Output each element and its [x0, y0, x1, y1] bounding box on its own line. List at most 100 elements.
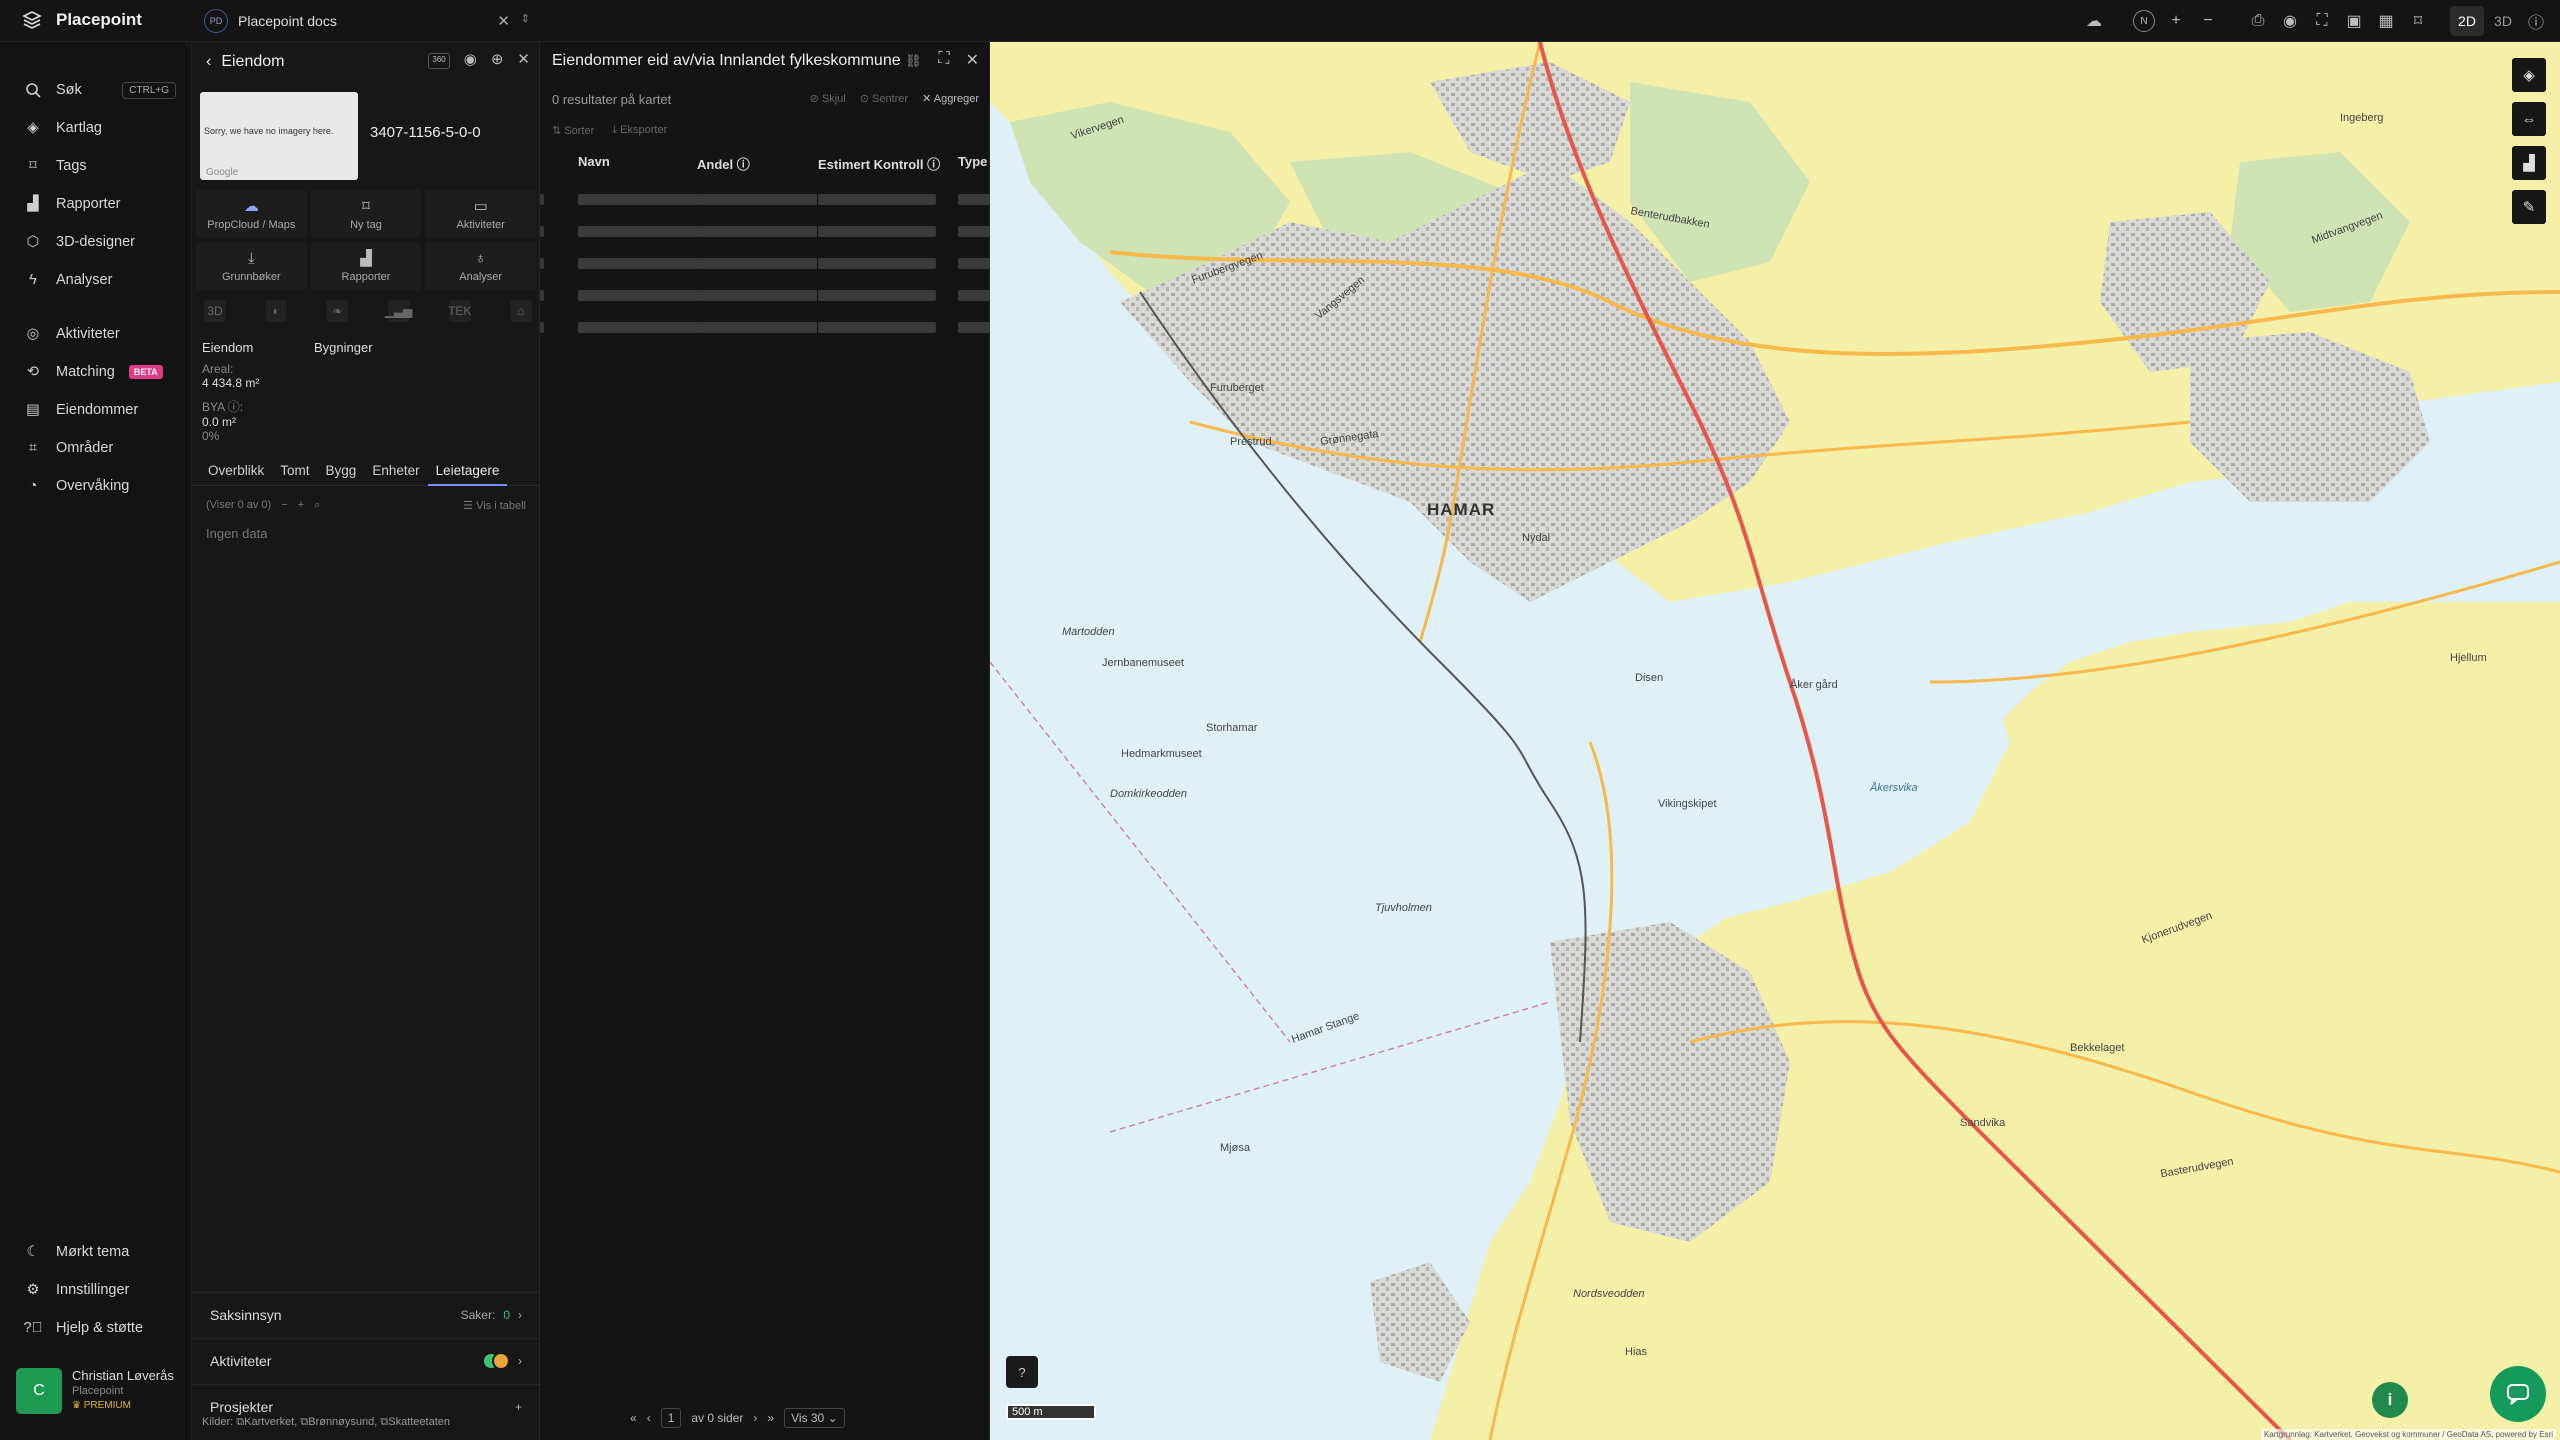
grunnboker-button[interactable]: ⤓ Grunnbøker: [196, 242, 307, 290]
source-link[interactable]: ⧉Kartverket,: [236, 1416, 297, 1428]
source-link[interactable]: ⧉Brønnøysund,: [300, 1416, 377, 1428]
back-icon[interactable]: ‹: [206, 53, 211, 71]
tek-icon[interactable]: TEK: [448, 300, 471, 322]
house-icon[interactable]: ⌂: [509, 300, 532, 322]
aggregate-button[interactable]: ✕ Aggreger: [922, 92, 979, 105]
chat-icon: [2507, 1384, 2529, 1405]
tab-bygg[interactable]: Bygg: [318, 456, 365, 486]
expand-icon[interactable]: ⛶: [938, 50, 949, 70]
eye-icon[interactable]: ◉: [2274, 5, 2306, 37]
last-page-icon[interactable]: »: [767, 1411, 774, 1425]
3d-icon[interactable]: 3D: [204, 300, 226, 322]
globe-icon[interactable]: ◐: [265, 300, 288, 322]
north-compass[interactable]: N: [2128, 5, 2160, 37]
close-icon[interactable]: ✕: [966, 50, 979, 70]
sidebar-item-analyser[interactable]: ϟ Analyser: [0, 262, 192, 298]
search-icon[interactable]: ⌕: [314, 499, 320, 512]
fullscreen-icon[interactable]: ⛶: [2306, 5, 2338, 37]
column-estimert-kontroll[interactable]: Estimert Kontroll ⓘ: [818, 154, 940, 173]
workspace-selector[interactable]: PD Placepoint docs ✕ ⇕: [204, 6, 534, 36]
activities-button[interactable]: ▭ Aktiviteter: [425, 190, 536, 238]
measure-icon[interactable]: ⇔: [2512, 102, 2546, 136]
tab-enheter[interactable]: Enheter: [364, 456, 427, 486]
layers-icon[interactable]: ◈: [2512, 58, 2546, 92]
mode-2d-button[interactable]: 2D: [2450, 6, 2484, 36]
sidebar-item-search[interactable]: Søk CTRL+G: [0, 72, 192, 108]
link-icon[interactable]: ⛓: [905, 53, 922, 68]
plus-icon[interactable]: +: [298, 499, 304, 511]
sidebar-item-settings[interactable]: ⚙ Innstillinger: [0, 1272, 192, 1308]
info-button[interactable]: i: [2372, 1382, 2408, 1418]
list-status: (Viser 0 av 0): [206, 499, 272, 511]
sidebar-item-rapporter[interactable]: ▟ Rapporter: [0, 186, 192, 222]
aktiviteter-section[interactable]: Aktiviteter ›: [192, 1338, 540, 1382]
map-help-button[interactable]: ?: [1006, 1356, 1038, 1388]
chevron-updown-icon[interactable]: ⇕: [521, 12, 530, 25]
sidebar-item-eiendommer[interactable]: ▤ Eiendommer: [0, 392, 192, 428]
map-attribution: Kartgrunnlag: Kartverket, Geovekst og ko…: [2260, 1429, 2556, 1440]
sidebar-item-tags[interactable]: ⌑ Tags: [0, 148, 192, 184]
tab-leietagere[interactable]: Leietagere: [427, 456, 508, 486]
first-page-icon[interactable]: «: [630, 1411, 637, 1425]
print-icon[interactable]: ⎙: [2242, 5, 2274, 37]
edit-icon[interactable]: ✎: [2512, 190, 2546, 224]
close-icon[interactable]: ✕: [497, 12, 510, 30]
propcloud-button[interactable]: ☁ PropCloud / Maps: [196, 190, 307, 238]
zoom-in-icon[interactable]: +: [2160, 5, 2192, 37]
source-link[interactable]: ⧉Skatteetaten: [380, 1416, 450, 1428]
plant-icon[interactable]: ❧: [326, 300, 349, 322]
plus-icon[interactable]: +: [515, 1400, 522, 1414]
hide-button[interactable]: ⊘ Skjul: [810, 92, 846, 105]
target-icon[interactable]: ⊕: [491, 50, 504, 69]
center-button[interactable]: ⊙ Sentrer: [860, 92, 908, 105]
map-label: Sandvika: [1960, 1117, 2006, 1129]
app-logo[interactable]: Placepoint: [20, 8, 142, 32]
sidebar-item-aktiviteter[interactable]: ◎ Aktiviteter: [0, 316, 192, 352]
sidebar-item-omrader[interactable]: ⌗ Områder: [0, 430, 192, 466]
column-navn[interactable]: Navn: [578, 154, 610, 169]
chat-button[interactable]: [2490, 1366, 2546, 1422]
chart-icon[interactable]: ▟: [2512, 146, 2546, 180]
minus-icon[interactable]: −: [281, 499, 287, 511]
section-bygninger[interactable]: Bygninger: [314, 340, 373, 355]
user-profile[interactable]: C Christian Løverås Placepoint ♛ PREMIUM: [16, 1368, 186, 1422]
mode-3d-button[interactable]: 3D: [2486, 6, 2520, 36]
per-page-select[interactable]: Vis 30 ⌄: [784, 1408, 845, 1428]
column-andel[interactable]: Andel ⓘ: [697, 154, 750, 173]
section-eiendom[interactable]: Eiendom: [202, 340, 253, 355]
reports-button[interactable]: ▟ Rapporter: [310, 242, 422, 290]
close-icon[interactable]: ✕: [517, 50, 530, 69]
sidebar-item-3d-designer[interactable]: ⬡ 3D-designer: [0, 224, 192, 260]
weather-icon[interactable]: ☁: [2078, 5, 2110, 37]
tab-overblikk[interactable]: Overblikk: [200, 456, 272, 486]
matrikkel-number: 3407-1156-5-0-0: [370, 124, 481, 141]
sidebar-item-matching[interactable]: ⟲ Matching BETA: [0, 354, 192, 390]
page-input[interactable]: 1: [660, 1408, 682, 1428]
info-icon[interactable]: ⓘ: [2520, 5, 2552, 37]
saksinnsyn-section[interactable]: Saksinnsyn Saker: 0 ›: [192, 1292, 540, 1336]
prev-page-icon[interactable]: ‹: [647, 1411, 651, 1425]
column-type[interactable]: Type: [958, 154, 987, 169]
zoom-out-icon[interactable]: −: [2192, 5, 2224, 37]
grid-icon[interactable]: ▦: [2370, 5, 2402, 37]
new-tag-button[interactable]: ⌑ Ny tag: [310, 190, 422, 238]
sidebar-item-help[interactable]: ?⃝ Hjelp & støtte: [0, 1310, 192, 1346]
street-view-icon[interactable]: 360: [428, 53, 450, 69]
analyses-button[interactable]: ♁ Analyser: [425, 242, 536, 290]
sidebar-item-kartlag[interactable]: ◈ Kartlag: [0, 110, 192, 146]
sidebar-item-dark-theme[interactable]: ☾ Mørkt tema: [0, 1234, 192, 1270]
bars-icon[interactable]: ▁▃▅: [385, 300, 412, 322]
camera-icon[interactable]: ▣: [2338, 5, 2370, 37]
map-canvas[interactable]: HAMAR Vikervegen Furubergvegen Vangsvege…: [990, 42, 2560, 1440]
property-image[interactable]: Sorry, we have no imagery here. Google: [200, 92, 358, 180]
export-button[interactable]: ⤓ Eksporter: [612, 124, 667, 137]
user-name: Christian Løverås: [72, 1368, 174, 1383]
sort-button[interactable]: ⇅ Sorter: [552, 124, 594, 137]
bookmark-icon[interactable]: ⌑: [2402, 5, 2434, 37]
sidebar-item-overvaking[interactable]: ◔ Overvåking: [0, 468, 192, 504]
table-view-button[interactable]: ☰ Vis i tabell: [463, 499, 526, 512]
next-page-icon[interactable]: ›: [753, 1411, 757, 1425]
tab-tomt[interactable]: Tomt: [272, 456, 317, 486]
eye-icon[interactable]: ◉: [464, 50, 477, 69]
table-header: Navn Andel ⓘ Estimert Kontroll ⓘ Type: [540, 154, 990, 182]
